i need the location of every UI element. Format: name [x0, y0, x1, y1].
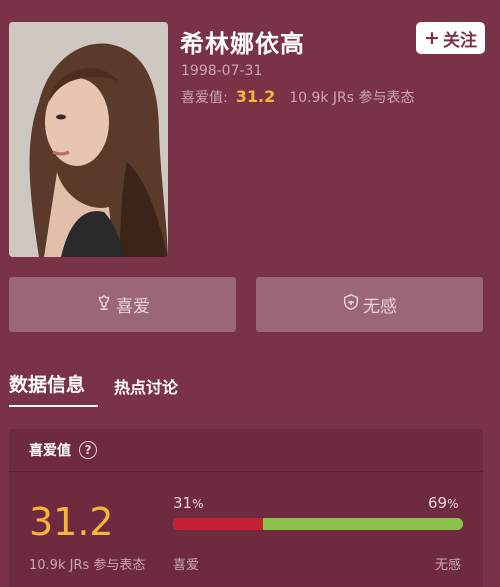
panel-header: 喜爱值 ? [29, 440, 97, 460]
dislike-bar-label: 无感 [435, 558, 462, 573]
like-button[interactable]: 喜爱 [9, 277, 236, 332]
active-tab-indicator [9, 405, 98, 407]
like-label: 喜爱 [116, 297, 150, 317]
flower-icon [95, 293, 113, 316]
dislike-percent-symbol: % [447, 497, 459, 511]
dislike-bar-segment [262, 518, 463, 530]
plus-icon: + [424, 26, 440, 49]
favorability-value: 31.2 [29, 500, 114, 544]
tab-data-info[interactable]: 数据信息 [9, 370, 85, 397]
like-bar-label: 喜爱 [173, 558, 200, 573]
participants-count: 10.9k JRs 参与表态 [29, 558, 146, 573]
tab-hot-discussion[interactable]: 热点讨论 [114, 374, 178, 398]
profile-photo[interactable] [9, 22, 168, 257]
panel-title: 喜爱值 [29, 443, 71, 459]
follow-label: 关注 [442, 30, 477, 51]
follow-button[interactable]: + 关注 [416, 22, 485, 54]
like-percent-symbol: % [192, 497, 204, 511]
like-percent-number: 31 [173, 494, 193, 512]
dislike-label: 无感 [363, 297, 397, 317]
shield-icon [342, 293, 360, 316]
like-bar-segment [173, 518, 263, 530]
fav-label: 喜爱值: [181, 90, 228, 106]
portrait-image [9, 22, 168, 257]
profile-name: 希林娜依高 [180, 30, 305, 58]
dislike-button[interactable]: 无感 [256, 277, 483, 332]
panel-divider [9, 471, 483, 472]
fav-value: 31.2 [235, 87, 276, 106]
birthdate: 1998-07-31 [181, 63, 263, 79]
like-percent: 31% [173, 494, 204, 512]
question-icon[interactable]: ? [79, 441, 97, 459]
fav-participants: 10.9k JRs 参与表态 [289, 90, 415, 106]
favorability-summary: 喜爱值: 31.2 10.9k JRs 参与表态 [181, 87, 415, 107]
dislike-percent-number: 69 [428, 494, 448, 512]
dislike-percent: 69% [428, 494, 459, 512]
sentiment-bar [173, 518, 463, 530]
